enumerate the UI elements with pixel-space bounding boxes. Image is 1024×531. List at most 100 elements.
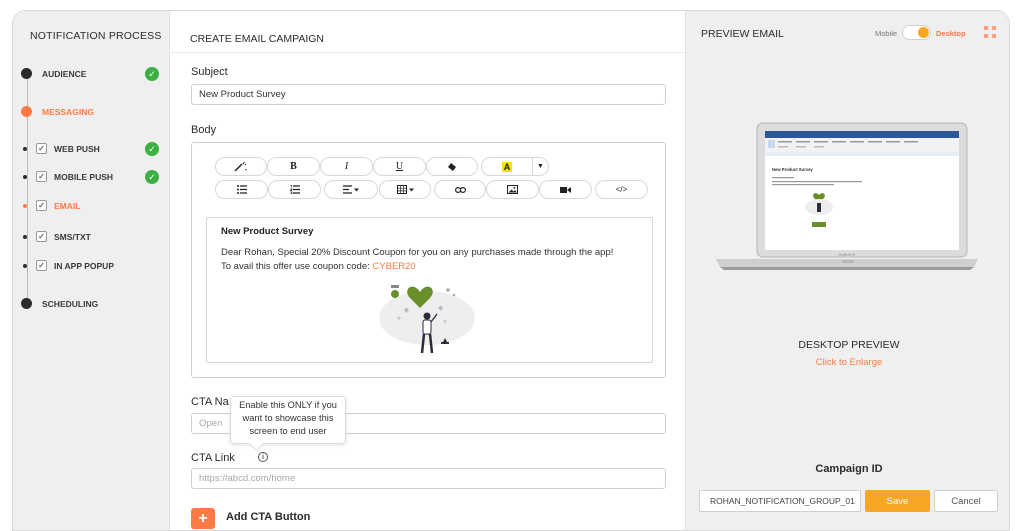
sidebar-title: NOTIFICATION PROCESS (30, 30, 162, 42)
survey-illustration (379, 285, 475, 354)
substep-label: WEB PUSH (54, 143, 100, 154)
numbered-list-button[interactable] (268, 180, 321, 199)
table-button[interactable] (379, 180, 431, 199)
coupon-code: CYBER20 (372, 261, 416, 272)
step-dot (21, 68, 32, 79)
checkbox-icon: ✓ (36, 143, 47, 154)
bold-button[interactable]: B (267, 157, 320, 176)
eraser-button[interactable] (426, 157, 478, 176)
link-icon (454, 186, 466, 193)
expand-icon[interactable] (984, 26, 996, 38)
desktop-toggle-label[interactable]: Desktop (936, 29, 966, 38)
substep-label: SMS/TXT (54, 231, 91, 242)
device-toggle[interactable] (902, 25, 931, 40)
body-label: Body (191, 124, 217, 136)
page-title: CREATE EMAIL CAMPAIGN (190, 33, 324, 45)
check-icon: ✓ (145, 67, 159, 81)
caret-down-icon: ▼ (537, 163, 544, 170)
plus-icon: + (198, 509, 208, 527)
cancel-button[interactable]: Cancel (934, 490, 998, 512)
substep-in-app-popup[interactable]: ✓ IN APP POPUP (23, 260, 114, 271)
substep-dot (23, 146, 27, 151)
form-header: CREATE EMAIL CAMPAIGN (171, 11, 685, 53)
process-sidebar: NOTIFICATION PROCESS AUDIENCE ✓ MESSAGIN… (13, 11, 170, 530)
cta-link-label: CTA Link (191, 452, 235, 464)
step-label: SCHEDULING (42, 298, 99, 309)
bullet-list-icon (236, 185, 247, 194)
highlight-color-button[interactable]: A (481, 157, 533, 176)
rich-text-editor: B I U A ▼ </> New Product Survey Dear Ro… (191, 142, 666, 378)
substep-dot (23, 234, 27, 239)
substep-mobile-push[interactable]: ✓ MOBILE PUSH (23, 171, 113, 182)
campaign-id-label: Campaign ID (815, 463, 883, 475)
video-button[interactable] (539, 180, 592, 199)
subject-label: Subject (191, 66, 228, 78)
email-body-copy: Dear Rohan, Special 20% Discount Coupon … (221, 247, 614, 272)
email-content-area[interactable]: New Product Survey Dear Rohan, Special 2… (206, 217, 653, 363)
checkbox-icon: ✓ (36, 260, 47, 271)
image-button[interactable] (486, 180, 539, 199)
highlight-icon: A (501, 161, 513, 172)
step-scheduling[interactable]: SCHEDULING (21, 298, 98, 309)
substep-email[interactable]: ✓ EMAIL (23, 200, 80, 211)
code-view-button[interactable]: </> (595, 180, 648, 199)
check-icon: ✓ (145, 142, 159, 156)
add-cta-button[interactable]: + (191, 508, 215, 529)
underline-button[interactable]: U (373, 157, 426, 176)
magic-wand-button[interactable] (215, 157, 267, 176)
magic-wand-icon (234, 161, 247, 172)
toggle-knob (918, 27, 929, 38)
substep-label: IN APP POPUP (54, 260, 114, 271)
tooltip: Enable this ONLY if you want to showcase… (230, 396, 346, 444)
desktop-preview-title: DESKTOP PREVIEW (798, 339, 900, 351)
bullet-list-button[interactable] (215, 180, 268, 199)
campaign-id-input[interactable]: ROHAN_NOTIFICATION_GROUP_01 (699, 490, 861, 512)
cta-link-input[interactable]: https://abcd.com/home (191, 468, 666, 489)
step-label: MESSAGING (42, 106, 94, 117)
link-button[interactable] (434, 180, 486, 199)
code-icon: </> (615, 185, 628, 194)
align-left-icon (343, 185, 359, 194)
add-cta-label[interactable]: Add CTA Button (226, 511, 310, 523)
highlight-dropdown[interactable]: ▼ (532, 157, 549, 176)
substep-dot (23, 203, 27, 208)
substep-web-push[interactable]: ✓ WEB PUSH (23, 143, 100, 154)
app-window: NOTIFICATION PROCESS AUDIENCE ✓ MESSAGIN… (12, 10, 1010, 531)
check-icon: ✓ (145, 170, 159, 184)
info-icon[interactable]: i (258, 452, 268, 462)
email-form: CREATE EMAIL CAMPAIGN Subject New Produc… (171, 11, 685, 530)
eraser-icon (448, 162, 456, 171)
substep-label: EMAIL (54, 200, 81, 211)
mini-email-title: New Product Survey (772, 167, 813, 172)
italic-icon: I (344, 161, 349, 172)
laptop-caption: MacBook Air (839, 253, 856, 257)
substep-dot (23, 174, 27, 179)
subject-input[interactable]: New Product Survey (191, 84, 666, 105)
preview-panel: PREVIEW EMAIL Mobile Desktop New Product… (685, 11, 1009, 530)
click-to-enlarge-link[interactable]: Click to Enlarge (686, 357, 1009, 368)
email-body-text: Dear Rohan, Special 20% Discount Coupon … (221, 246, 621, 274)
step-audience[interactable]: AUDIENCE (21, 68, 86, 79)
email-title: New Product Survey (221, 226, 314, 237)
checkbox-icon: ✓ (36, 231, 47, 242)
substep-dot (23, 263, 27, 268)
bold-icon: B (290, 161, 297, 172)
preview-title: PREVIEW EMAIL (701, 28, 784, 40)
checkbox-icon: ✓ (36, 200, 47, 211)
substep-label: MOBILE PUSH (54, 171, 114, 182)
step-dot (21, 298, 32, 309)
substep-sms[interactable]: ✓ SMS/TXT (23, 231, 91, 242)
step-messaging[interactable]: MESSAGING (21, 106, 94, 117)
table-icon (396, 185, 414, 194)
save-button[interactable]: Save (865, 490, 930, 512)
video-camera-icon (560, 186, 571, 193)
checkbox-icon: ✓ (36, 171, 47, 182)
step-label: AUDIENCE (42, 68, 87, 79)
align-button[interactable] (324, 180, 378, 199)
numbered-list-icon (289, 185, 300, 194)
italic-button[interactable]: I (320, 157, 373, 176)
mobile-toggle-label[interactable]: Mobile (875, 29, 897, 38)
laptop-mockup[interactable]: New Product Survey MacBook Air (704, 121, 990, 273)
step-dot (21, 106, 32, 117)
underline-icon: U (395, 161, 404, 172)
